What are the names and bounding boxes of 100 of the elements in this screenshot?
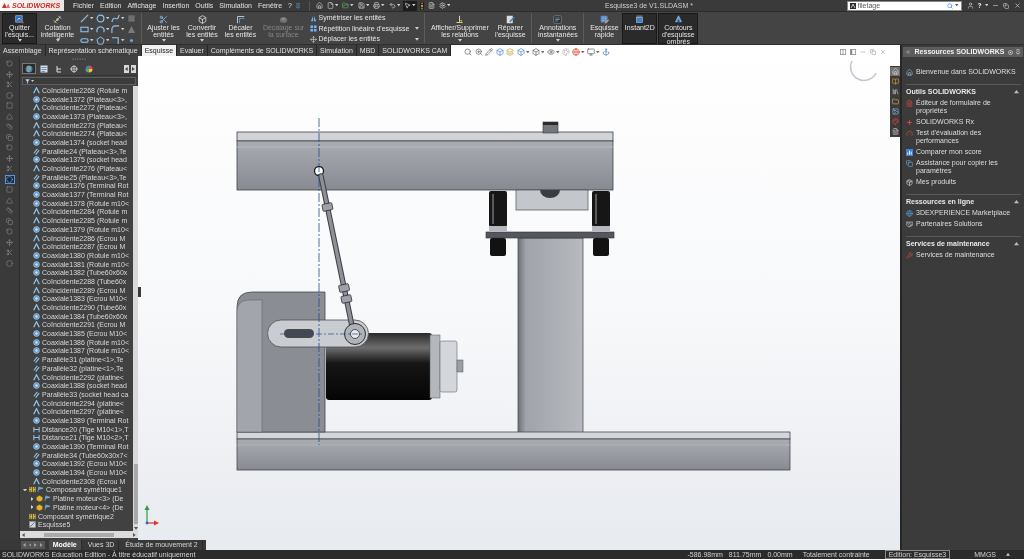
toolbar-button[interactable] (4, 216, 15, 226)
vertical-scrollbar[interactable] (133, 86, 138, 531)
caret-icon (200, 39, 204, 42)
shaded-triangle-icon (673, 15, 683, 24)
quick-access-button[interactable] (437, 0, 452, 11)
chevrons-left-icon[interactable] (905, 49, 911, 55)
restore-button[interactable] (1002, 0, 1010, 11)
sketch-tool-button[interactable] (95, 14, 109, 23)
panel-icon[interactable] (850, 49, 856, 55)
sketch-tool-button[interactable] (80, 36, 94, 45)
quick-access-button[interactable] (426, 0, 436, 11)
quick-access-button[interactable] (314, 0, 324, 11)
view-tool-button[interactable] (587, 48, 600, 56)
globe-icon (572, 48, 580, 56)
toolbar-button[interactable] (4, 122, 15, 131)
quick-access-button[interactable] (325, 0, 340, 11)
caret-icon[interactable] (1014, 200, 1019, 204)
circle-icon (6, 175, 13, 183)
quick-access-button[interactable] (387, 0, 402, 11)
caret-icon (525, 50, 529, 54)
panel-collapse-handle[interactable] (138, 287, 141, 297)
toolbar-button[interactable] (4, 153, 15, 163)
caret-icon[interactable] (30, 496, 34, 501)
quick-access-button[interactable] (341, 0, 355, 11)
view-tool-button[interactable] (474, 48, 483, 56)
library-icon (891, 88, 899, 95)
caret-icon[interactable] (955, 4, 959, 7)
panel-tab[interactable] (22, 63, 36, 74)
toolbar-button[interactable] (4, 132, 15, 142)
zoom-in-icon (474, 48, 483, 56)
sketch-tool-button[interactable] (95, 25, 109, 34)
quick-access-button[interactable] (356, 0, 371, 11)
quick-access-button[interactable] (403, 0, 417, 11)
view-tool-button[interactable] (531, 48, 544, 56)
task-pane-tab[interactable] (890, 117, 900, 126)
folder-icon (891, 98, 899, 105)
user-icon[interactable] (966, 2, 974, 9)
filled-rectangle-icon (635, 15, 645, 24)
rectangle-icon (80, 25, 89, 34)
task-pane-tab[interactable] (890, 97, 900, 106)
scroll-thumb[interactable] (44, 532, 114, 537)
toolbar-button[interactable] (4, 90, 15, 100)
view-tool-button[interactable] (464, 48, 472, 56)
toolbar-button[interactable] (4, 248, 15, 257)
motor-band (429, 334, 441, 399)
concentric-circles-icon (33, 443, 40, 451)
restore-icon[interactable] (870, 49, 876, 55)
quick-access-button[interactable] (372, 0, 386, 11)
square-icon (126, 14, 136, 23)
beam-hole (313, 165, 325, 177)
sketch-tool-button[interactable] (111, 14, 125, 23)
view-tool-button[interactable] (546, 48, 559, 56)
caret-icon[interactable] (23, 488, 27, 492)
toolbar-button[interactable] (4, 164, 15, 173)
quick-access-button[interactable] (418, 0, 425, 11)
scissors-icon (6, 165, 13, 172)
caret-icon[interactable] (984, 4, 988, 7)
grid-pencil-icon (599, 15, 609, 24)
oval-icon (279, 15, 288, 24)
pointer-icon (404, 2, 412, 9)
toolbar-button[interactable] (4, 206, 15, 215)
task-pane-tab[interactable] (890, 127, 900, 136)
pin-icon[interactable] (1015, 49, 1021, 55)
globe-icon (906, 209, 913, 217)
view-tool-button[interactable] (572, 48, 585, 56)
filter-field[interactable] (22, 77, 136, 85)
pin-icon[interactable] (294, 2, 301, 9)
sketch-tool-button[interactable] (111, 25, 125, 34)
help-icon[interactable] (976, 3, 982, 8)
sketch-tool-button[interactable] (111, 36, 125, 45)
caret-icon[interactable] (1014, 90, 1019, 94)
scroll-left-button[interactable] (124, 64, 129, 73)
pencil-icon (485, 48, 493, 56)
sketch-tool-button[interactable] (95, 36, 109, 45)
task-pane-tab[interactable] (890, 67, 900, 76)
task-pane-tab[interactable] (890, 77, 900, 86)
task-pane-tab[interactable] (890, 107, 900, 116)
mounting-knob (542, 121, 559, 134)
caret-icon[interactable] (30, 505, 34, 510)
panel-tab[interactable] (67, 63, 81, 74)
view-tool-button[interactable] (516, 48, 529, 56)
scroll-thumb[interactable] (133, 464, 138, 525)
horizontal-scrollbar[interactable] (20, 531, 138, 538)
caret-icon[interactable] (1014, 242, 1019, 246)
toolbar-button[interactable] (4, 80, 15, 89)
view-tool-button[interactable] (495, 48, 504, 56)
sketch-tool-button[interactable] (80, 14, 94, 23)
split-view-icon[interactable] (840, 49, 846, 55)
target-icon[interactable] (1008, 49, 1013, 55)
view-tool-button[interactable] (485, 48, 493, 56)
close-button[interactable] (1013, 0, 1021, 11)
toolbar-button[interactable] (4, 174, 15, 184)
toolbar-button[interactable] (4, 258, 15, 268)
toolbar-button[interactable] (4, 69, 15, 79)
toolbar-button[interactable] (4, 237, 15, 247)
sketch-tool-button[interactable] (80, 25, 94, 34)
scroll-right-button[interactable] (131, 64, 136, 73)
view-tool-button[interactable] (602, 48, 610, 56)
task-pane-tab[interactable] (890, 87, 900, 96)
triangle-icon (6, 112, 13, 120)
